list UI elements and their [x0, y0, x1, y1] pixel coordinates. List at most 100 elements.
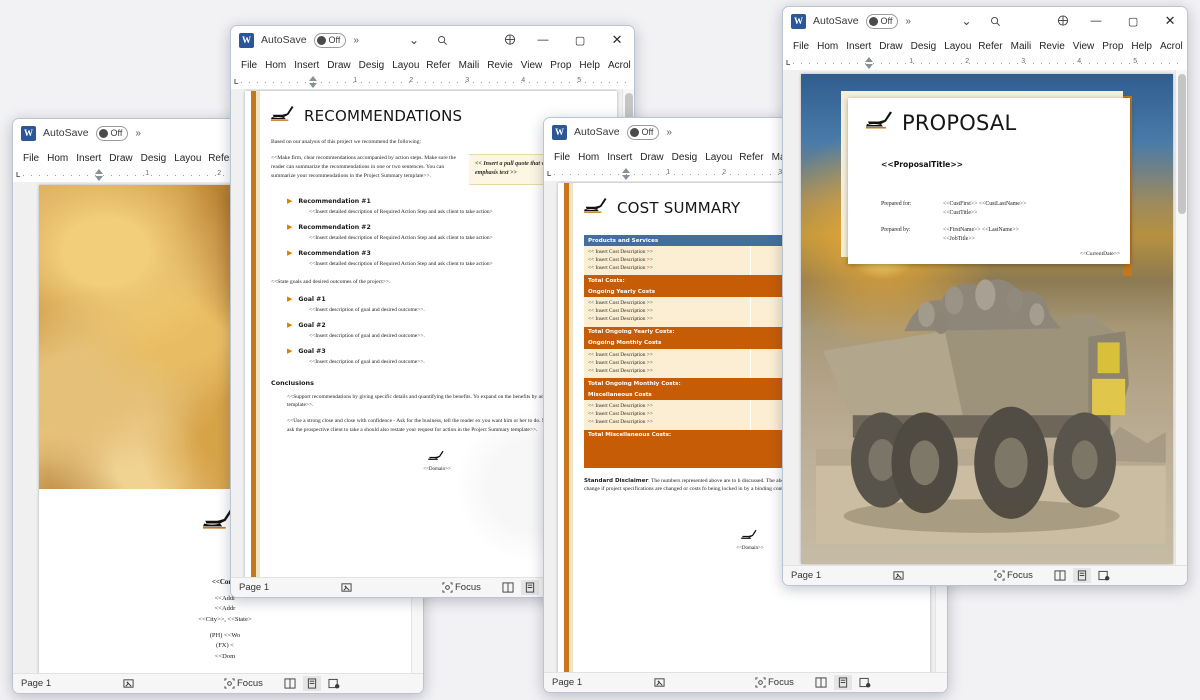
titlebar[interactable]: W AutoSave Off » ⌄ — ▢ ✕	[783, 7, 1187, 35]
tab-insert[interactable]: Insert	[603, 152, 636, 163]
accessibility-checker-icon[interactable]	[123, 678, 134, 689]
close-button[interactable]: ✕	[1155, 8, 1185, 34]
title-dropdown-chevron-icon[interactable]: ⌄	[403, 33, 425, 47]
hanging-indent-marker[interactable]	[622, 175, 631, 180]
minimize-button[interactable]: —	[1081, 8, 1111, 34]
hanging-indent-marker[interactable]	[95, 176, 104, 181]
tab-stop-marker-icon[interactable]: L	[547, 171, 551, 178]
hanging-indent-marker[interactable]	[865, 64, 874, 69]
more-options-chevron-icon[interactable]: »	[905, 16, 910, 27]
tab-draw[interactable]: Draw	[323, 60, 354, 71]
print-layout-button[interactable]	[520, 580, 539, 595]
autosave-toggle[interactable]: Off	[313, 32, 347, 48]
read-mode-button[interactable]	[281, 676, 299, 691]
page-indicator[interactable]: Page 1	[791, 570, 833, 581]
focus-mode-button[interactable]: Focus	[224, 678, 263, 689]
proposal-title-field[interactable]: <<ProposalTitle>>	[881, 160, 963, 169]
tab-help[interactable]: Help	[1127, 41, 1156, 52]
page-indicator[interactable]: Page 1	[21, 678, 63, 689]
web-layout-button[interactable]	[1095, 568, 1113, 583]
read-mode-button[interactable]	[812, 675, 830, 690]
autosave-toggle[interactable]: Off	[626, 124, 660, 140]
horizontal-ruler[interactable]: L 1 2 3 4 5	[231, 76, 634, 89]
horizontal-ruler[interactable]: L 1 2 3 4 5	[783, 57, 1187, 70]
search-icon[interactable]	[432, 35, 454, 46]
prepared-for-value[interactable]: <<CustFirst>> <<CustLastName>> <<CustTit…	[943, 200, 1026, 218]
tab-layout[interactable]: Layou	[388, 60, 422, 71]
tab-insert[interactable]: Insert	[842, 41, 875, 52]
close-button[interactable]: ✕	[602, 27, 632, 53]
tab-file[interactable]: File	[19, 153, 43, 164]
scrollbar-thumb[interactable]	[1178, 74, 1186, 214]
more-options-chevron-icon[interactable]: »	[353, 35, 358, 46]
tab-stop-marker-icon[interactable]: L	[786, 60, 790, 67]
tab-design[interactable]: Desig	[137, 153, 171, 164]
maximize-button[interactable]: ▢	[565, 27, 595, 53]
maximize-button[interactable]: ▢	[1118, 8, 1148, 34]
status-bar[interactable]: Page 1 Focus	[13, 673, 423, 693]
tab-help[interactable]: Help	[575, 60, 604, 71]
hanging-indent-marker[interactable]	[309, 83, 318, 88]
current-date-field[interactable]: <<CurrentDate>>	[1080, 251, 1120, 257]
print-layout-button[interactable]	[302, 676, 321, 691]
web-layout-button[interactable]	[325, 676, 343, 691]
tab-references[interactable]: Refer	[422, 60, 454, 71]
page-indicator[interactable]: Page 1	[552, 677, 594, 688]
tab-insert[interactable]: Insert	[72, 153, 105, 164]
tab-file[interactable]: File	[237, 60, 261, 71]
web-layout-button[interactable]	[856, 675, 874, 690]
accessibility-checker-icon[interactable]	[654, 677, 665, 688]
tab-draw[interactable]: Draw	[875, 41, 906, 52]
first-line-indent-marker[interactable]	[865, 57, 874, 62]
tab-insert[interactable]: Insert	[290, 60, 323, 71]
ribbon-display-options-icon[interactable]	[1052, 15, 1074, 27]
accessibility-checker-icon[interactable]	[893, 570, 904, 581]
tab-proposal[interactable]: Prop	[546, 60, 575, 71]
tab-home[interactable]: Hom	[813, 41, 842, 52]
read-mode-button[interactable]	[499, 580, 517, 595]
status-bar[interactable]: Page 1 Focus	[783, 565, 1187, 585]
title-dropdown-chevron-icon[interactable]: ⌄	[955, 14, 977, 28]
page-indicator[interactable]: Page 1	[239, 582, 281, 593]
tab-proposal[interactable]: Prop	[1098, 41, 1127, 52]
focus-mode-button[interactable]: Focus	[442, 582, 481, 593]
tab-home[interactable]: Hom	[261, 60, 290, 71]
vertical-scrollbar[interactable]	[1175, 70, 1187, 565]
tab-draw[interactable]: Draw	[105, 153, 136, 164]
minimize-button[interactable]: —	[528, 27, 558, 53]
tab-stop-marker-icon[interactable]: L	[16, 172, 20, 179]
more-options-chevron-icon[interactable]: »	[666, 127, 671, 138]
ribbon-display-options-icon[interactable]	[499, 34, 521, 46]
tab-home[interactable]: Hom	[574, 152, 603, 163]
tab-layout[interactable]: Layou	[170, 153, 204, 164]
tab-draw[interactable]: Draw	[636, 152, 667, 163]
tab-home[interactable]: Hom	[43, 153, 72, 164]
focus-mode-button[interactable]: Focus	[994, 570, 1033, 581]
tab-design[interactable]: Desig	[668, 152, 702, 163]
ribbon-tabs[interactable]: File Hom Insert Draw Desig Layou Refer M…	[783, 35, 1187, 57]
search-icon[interactable]	[984, 16, 1006, 27]
tab-review[interactable]: Revie	[483, 60, 517, 71]
tab-view[interactable]: View	[1069, 41, 1099, 52]
titlebar[interactable]: W AutoSave Off » ⌄ — ▢ ✕	[231, 26, 634, 54]
tab-review[interactable]: Revie	[1035, 41, 1069, 52]
tab-file[interactable]: File	[789, 41, 813, 52]
prepared-by-value[interactable]: <<FirstName>> <<LastName>> <<JobTitle>>	[943, 226, 1019, 244]
tab-mailings[interactable]: Maili	[1007, 41, 1036, 52]
tab-design[interactable]: Desig	[907, 41, 941, 52]
tab-acrobat[interactable]: Acrol	[604, 60, 634, 71]
autosave-toggle[interactable]: Off	[95, 125, 129, 141]
tab-mailings[interactable]: Maili	[455, 60, 484, 71]
tab-references[interactable]: Refer	[974, 41, 1006, 52]
word-window-proposal[interactable]: W AutoSave Off » ⌄ — ▢ ✕ File Hom Insert	[782, 6, 1188, 586]
document-canvas[interactable]: PROPOSAL <<ProposalTitle>> Prepared for:…	[783, 70, 1187, 565]
first-line-indent-marker[interactable]	[309, 76, 318, 81]
tab-layout[interactable]: Layou	[940, 41, 974, 52]
tab-view[interactable]: View	[517, 60, 547, 71]
status-bar[interactable]: Page 1 Focus	[544, 672, 947, 692]
tab-acrobat[interactable]: Acrol	[1156, 41, 1187, 52]
ribbon-tabs[interactable]: File Hom Insert Draw Desig Layou Refer M…	[231, 54, 634, 76]
first-line-indent-marker[interactable]	[95, 169, 104, 174]
more-options-chevron-icon[interactable]: »	[135, 128, 140, 139]
print-layout-button[interactable]	[1072, 568, 1091, 583]
